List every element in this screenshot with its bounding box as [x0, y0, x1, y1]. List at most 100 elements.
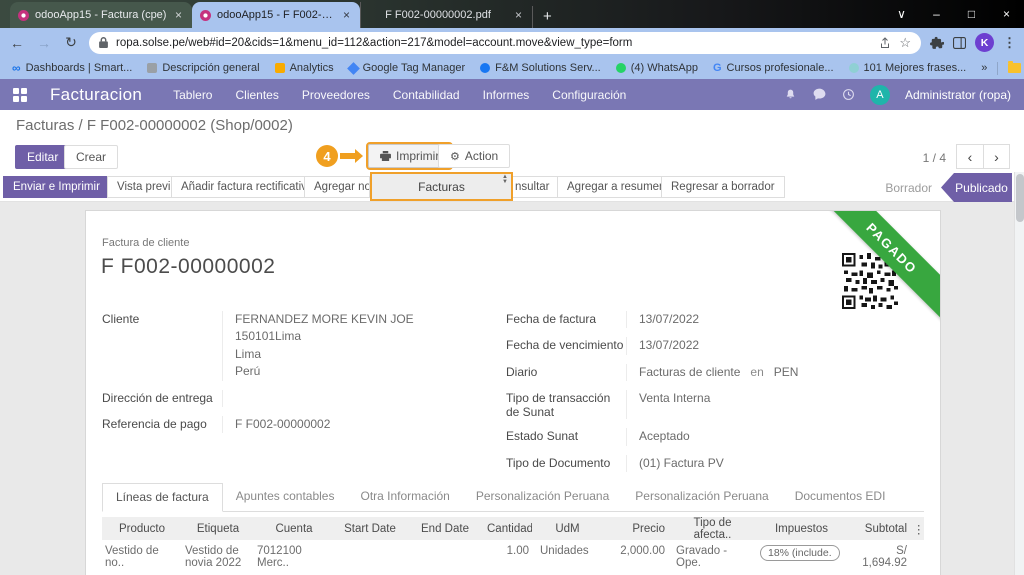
edit-button[interactable]: Editar — [15, 145, 70, 169]
tab-personalizacion-peruana-2[interactable]: Personalización Peruana — [622, 483, 781, 511]
new-tab-button[interactable]: + — [532, 6, 562, 28]
browser-menu-icon[interactable]: ⋮ — [1003, 35, 1016, 51]
table-row[interactable]: Vestido de no.. Vestido de novia 2022 70… — [102, 540, 924, 575]
client-value[interactable]: FERNANDEZ MORE KEVIN JOE 150101Lima Lima… — [222, 311, 494, 381]
maximize-button[interactable]: □ — [954, 0, 989, 28]
create-button[interactable]: Crear — [64, 145, 118, 169]
journal-value[interactable]: Facturas de clienteenPEN — [626, 364, 914, 381]
chat-icon[interactable] — [812, 88, 827, 101]
bookmarks-overflow-icon[interactable]: » — [981, 62, 987, 74]
bookmark-item[interactable]: ∞Dashboards | Smart... — [12, 61, 132, 75]
extensions-icon[interactable] — [930, 36, 944, 50]
invoice-date-value[interactable]: 13/07/2022 — [626, 311, 914, 328]
tab-apuntes-contables[interactable]: Apuntes contables — [223, 483, 348, 511]
cell-end-date[interactable] — [406, 545, 484, 575]
menu-proveedores[interactable]: Proveedores — [302, 88, 370, 102]
delivery-value[interactable] — [222, 390, 494, 407]
back-to-draft-button[interactable]: Regresar a borrador — [661, 176, 785, 198]
breadcrumb[interactable]: Facturas / F F002-00000002 (Shop/0002) — [16, 117, 293, 134]
cell-udm[interactable]: Unidades — [532, 545, 598, 575]
cell-start-date[interactable] — [334, 545, 406, 575]
gear-icon: ⚙ — [450, 150, 460, 163]
back-button[interactable]: ← — [8, 35, 26, 51]
invoice-number: F F002-00000002 — [101, 255, 275, 279]
pager-previous-button[interactable]: ‹ — [956, 144, 983, 169]
user-name[interactable]: Administrator (ropa) — [905, 88, 1011, 102]
tab-close-icon[interactable]: × — [341, 8, 352, 22]
lock-icon[interactable] — [99, 37, 108, 48]
tab-personalizacion-peruana-1[interactable]: Personalización Peruana — [463, 483, 622, 511]
add-note-button[interactable]: Agregar not — [304, 176, 370, 198]
sunat-transaction-value[interactable]: Venta Interna — [626, 390, 914, 419]
reload-button[interactable]: ↻ — [62, 34, 80, 51]
user-avatar[interactable]: A — [870, 85, 890, 105]
tab-otra-informacion[interactable]: Otra Información — [347, 483, 462, 511]
odoo-favicon — [18, 10, 29, 21]
site-icon — [147, 63, 157, 73]
cell-impuestos[interactable]: 18% (include. — [752, 545, 846, 575]
bookmark-item[interactable]: (4) WhatsApp — [616, 62, 698, 74]
cell-cuenta[interactable]: 7012100 Merc.. — [254, 545, 334, 575]
bookmark-star-icon[interactable]: ☆ — [899, 35, 911, 51]
payment-ref-value[interactable]: F F002-00000002 — [222, 416, 494, 433]
cell-subtotal[interactable]: S/ 1,694.92 — [846, 545, 910, 575]
annotation-step-badge: 4 — [316, 145, 338, 167]
browser-tab-3[interactable]: F F002-00000002.pdf × — [360, 2, 532, 28]
profile-avatar[interactable]: K — [975, 33, 994, 52]
address-bar[interactable]: ropa.solse.pe/web#id=20&cids=1&menu_id=1… — [89, 32, 921, 54]
status-draft[interactable]: Borrador — [885, 181, 932, 195]
credit-note-button[interactable]: Añadir factura rectificativa — [171, 176, 323, 198]
due-date-value[interactable]: 13/07/2022 — [626, 337, 914, 354]
consult-button[interactable]: nsultar — [505, 176, 560, 198]
tax-badge[interactable]: 18% (include. — [760, 545, 840, 561]
bookmark-item[interactable]: F&M Solutions Serv... — [480, 62, 601, 74]
cell-cantidad[interactable]: 1.00 — [484, 545, 532, 575]
print-menu-item-facturas[interactable]: Facturas — [418, 180, 465, 194]
odoo-favicon — [200, 10, 211, 21]
scrollbar-thumb[interactable] — [1016, 174, 1024, 222]
pager-next-button[interactable]: › — [983, 144, 1010, 169]
other-bookmarks[interactable]: Otros marcadores — [1008, 62, 1024, 74]
sunat-state-value[interactable]: Aceptado — [626, 428, 914, 445]
send-print-button[interactable]: Enviar e Imprimir — [3, 176, 110, 198]
bookmark-item[interactable]: 101 Mejores frases... — [849, 62, 967, 74]
activity-clock-icon[interactable] — [842, 88, 855, 101]
browser-tab-2[interactable]: odooApp15 - F F002-00000002 × — [192, 2, 360, 28]
apps-grid-icon[interactable] — [13, 88, 27, 102]
print-dropdown-menu[interactable]: Facturas ▲▼ — [370, 172, 513, 201]
browser-toolbar: ← → ↻ ropa.solse.pe/web#id=20&cids=1&men… — [0, 28, 1024, 57]
side-panel-icon[interactable] — [953, 37, 966, 49]
bookmark-item[interactable]: Analytics — [275, 62, 334, 74]
menu-tablero[interactable]: Tablero — [173, 88, 212, 102]
bookmark-item[interactable]: Google Tag Manager — [349, 62, 466, 74]
tab-documentos-edi[interactable]: Documentos EDI — [782, 483, 899, 511]
bookmark-item[interactable]: GCursos profesionale... — [713, 62, 834, 74]
currency-value[interactable]: PEN — [774, 365, 799, 379]
cell-precio[interactable]: 2,000.00 — [598, 545, 668, 575]
menu-contabilidad[interactable]: Contabilidad — [393, 88, 460, 102]
menu-informes[interactable]: Informes — [483, 88, 530, 102]
tab-close-icon[interactable]: × — [513, 8, 524, 22]
vertical-scrollbar[interactable] — [1014, 172, 1024, 575]
app-name[interactable]: Facturacion — [50, 85, 142, 105]
bell-icon[interactable] — [784, 88, 797, 101]
share-icon[interactable] — [879, 37, 891, 49]
add-summary-button[interactable]: Agregar a resumen — [557, 176, 675, 198]
column-options-icon[interactable]: ⋮ — [910, 522, 924, 536]
tab-search-icon[interactable]: ∨ — [884, 0, 919, 28]
cell-etiqueta[interactable]: Vestido de novia 2022 — [182, 545, 254, 575]
minimize-button[interactable]: – — [919, 0, 954, 28]
bookmark-item[interactable]: Descripción general — [147, 62, 259, 74]
browser-tab-1[interactable]: odooApp15 - Factura (cpe) × — [10, 2, 192, 28]
tab-lineas-factura[interactable]: Líneas de factura — [102, 483, 223, 512]
close-button[interactable]: × — [989, 0, 1024, 28]
cell-tipo-afectacion[interactable]: Gravado - Ope. — [668, 545, 752, 575]
cell-producto[interactable]: Vestido de no.. — [102, 545, 182, 575]
tab-title: odooApp15 - F F002-00000002 — [217, 9, 335, 21]
doc-type-value[interactable]: (01) Factura PV — [626, 455, 914, 472]
dropdown-scroll-icons[interactable]: ▲▼ — [502, 175, 508, 185]
menu-configuracion[interactable]: Configuración — [552, 88, 626, 102]
menu-clientes[interactable]: Clientes — [235, 88, 278, 102]
tab-close-icon[interactable]: × — [173, 8, 184, 22]
action-button[interactable]: ⚙ Action — [438, 144, 510, 168]
